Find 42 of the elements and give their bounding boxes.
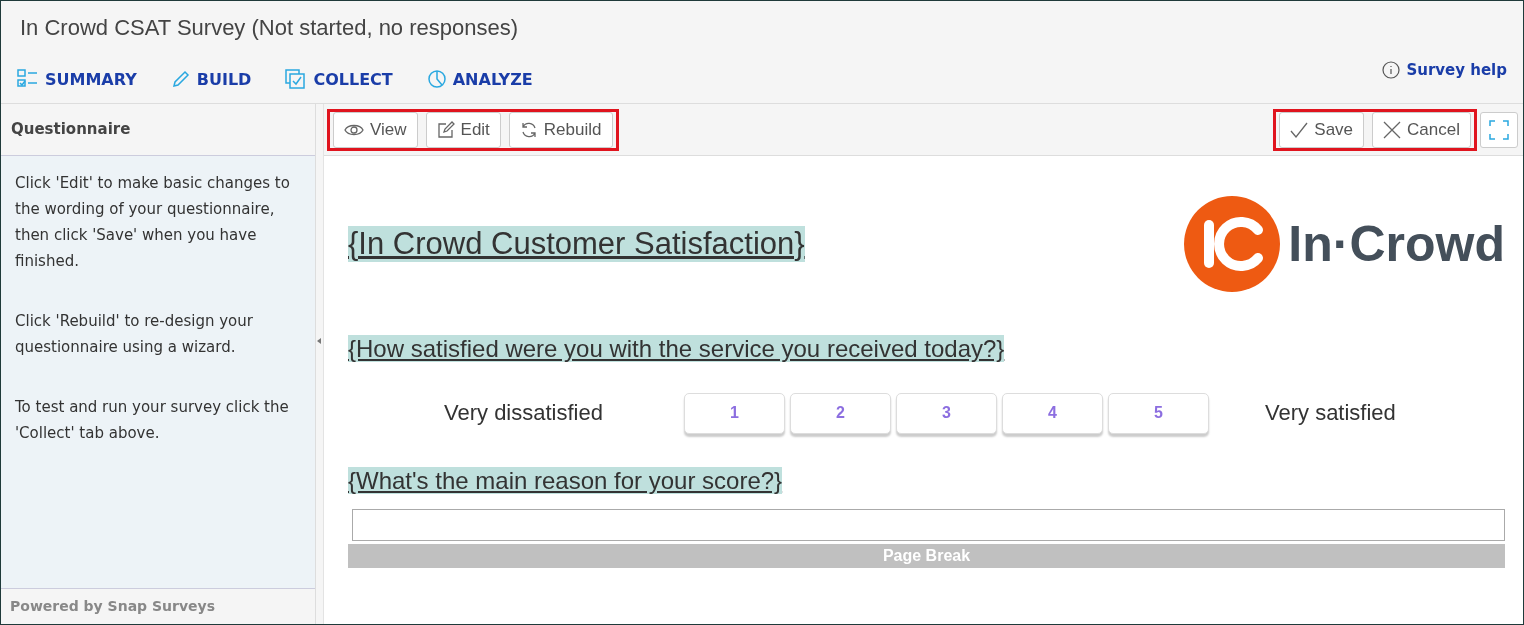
help-paragraph: Click 'Rebuild' to re-design your questionnaire using a wizard. bbox=[15, 311, 254, 358]
rating-button[interactable]: 3 bbox=[896, 392, 997, 434]
toolbar-button[interactable]: Cancel bbox=[1372, 111, 1471, 148]
pie-chart-icon bbox=[426, 69, 447, 89]
toolbar-button[interactable]: View bbox=[333, 111, 418, 148]
help-paragraph: To test and run your survey click the 'Collect' tab above. bbox=[15, 397, 290, 444]
info-icon bbox=[1382, 61, 1401, 79]
panel-title: Questionnaire bbox=[1, 104, 315, 156]
edit-icon bbox=[436, 120, 455, 139]
logo-icon bbox=[1184, 195, 1281, 292]
rating-button[interactable]: 5 bbox=[1108, 392, 1209, 434]
answer-field[interactable] bbox=[352, 509, 1505, 541]
pencil-icon bbox=[170, 69, 191, 89]
page-break-bar: Page Break bbox=[348, 544, 1505, 568]
stacked-check-icon bbox=[285, 69, 308, 89]
nav-tab[interactable]: ANALYZE bbox=[426, 69, 533, 89]
fullscreen-button[interactable] bbox=[1480, 111, 1518, 148]
nav-tab[interactable]: COLLECT bbox=[285, 69, 393, 89]
nav-tab[interactable]: BUILD bbox=[170, 69, 252, 89]
rating-button[interactable]: 1 bbox=[684, 392, 785, 434]
fullscreen-icon bbox=[1489, 119, 1509, 140]
window-title: In Crowd CSAT Survey (Not started, no responses) bbox=[19, 14, 520, 42]
toolbar-button[interactable]: Rebuild bbox=[508, 111, 613, 148]
rating-button[interactable]: 4 bbox=[1002, 392, 1103, 434]
question-text: {What's the main reason for your score?} bbox=[348, 467, 783, 494]
scale-label: Very satisfied bbox=[1265, 400, 1397, 426]
help-link[interactable]: Survey help bbox=[1382, 61, 1507, 79]
scale-label: Very dissatisfied bbox=[444, 400, 604, 426]
toolbar-button[interactable]: Edit bbox=[425, 111, 501, 148]
footer-text: Powered by Snap Surveys bbox=[1, 588, 315, 624]
checklist-icon bbox=[17, 69, 39, 89]
survey-title: {In Crowd Customer Satisfaction} bbox=[348, 225, 805, 262]
toolbar-button[interactable]: Save bbox=[1279, 111, 1365, 148]
nav-tab[interactable]: SUMMARY bbox=[17, 69, 137, 89]
question-text: {How satisfied were you with the service you received today?} bbox=[348, 335, 1005, 362]
rating-button[interactable]: 2 bbox=[790, 392, 891, 434]
refresh-icon bbox=[519, 120, 538, 139]
close-icon bbox=[1383, 120, 1402, 139]
check-icon bbox=[1290, 121, 1309, 138]
help-paragraph: Click 'Edit' to make basic changes to the wording of your questionnaire, then click 'Save' when you have finished. bbox=[15, 173, 291, 272]
eye-icon bbox=[344, 122, 364, 137]
logo-text: In·Crowd bbox=[1288, 214, 1505, 273]
